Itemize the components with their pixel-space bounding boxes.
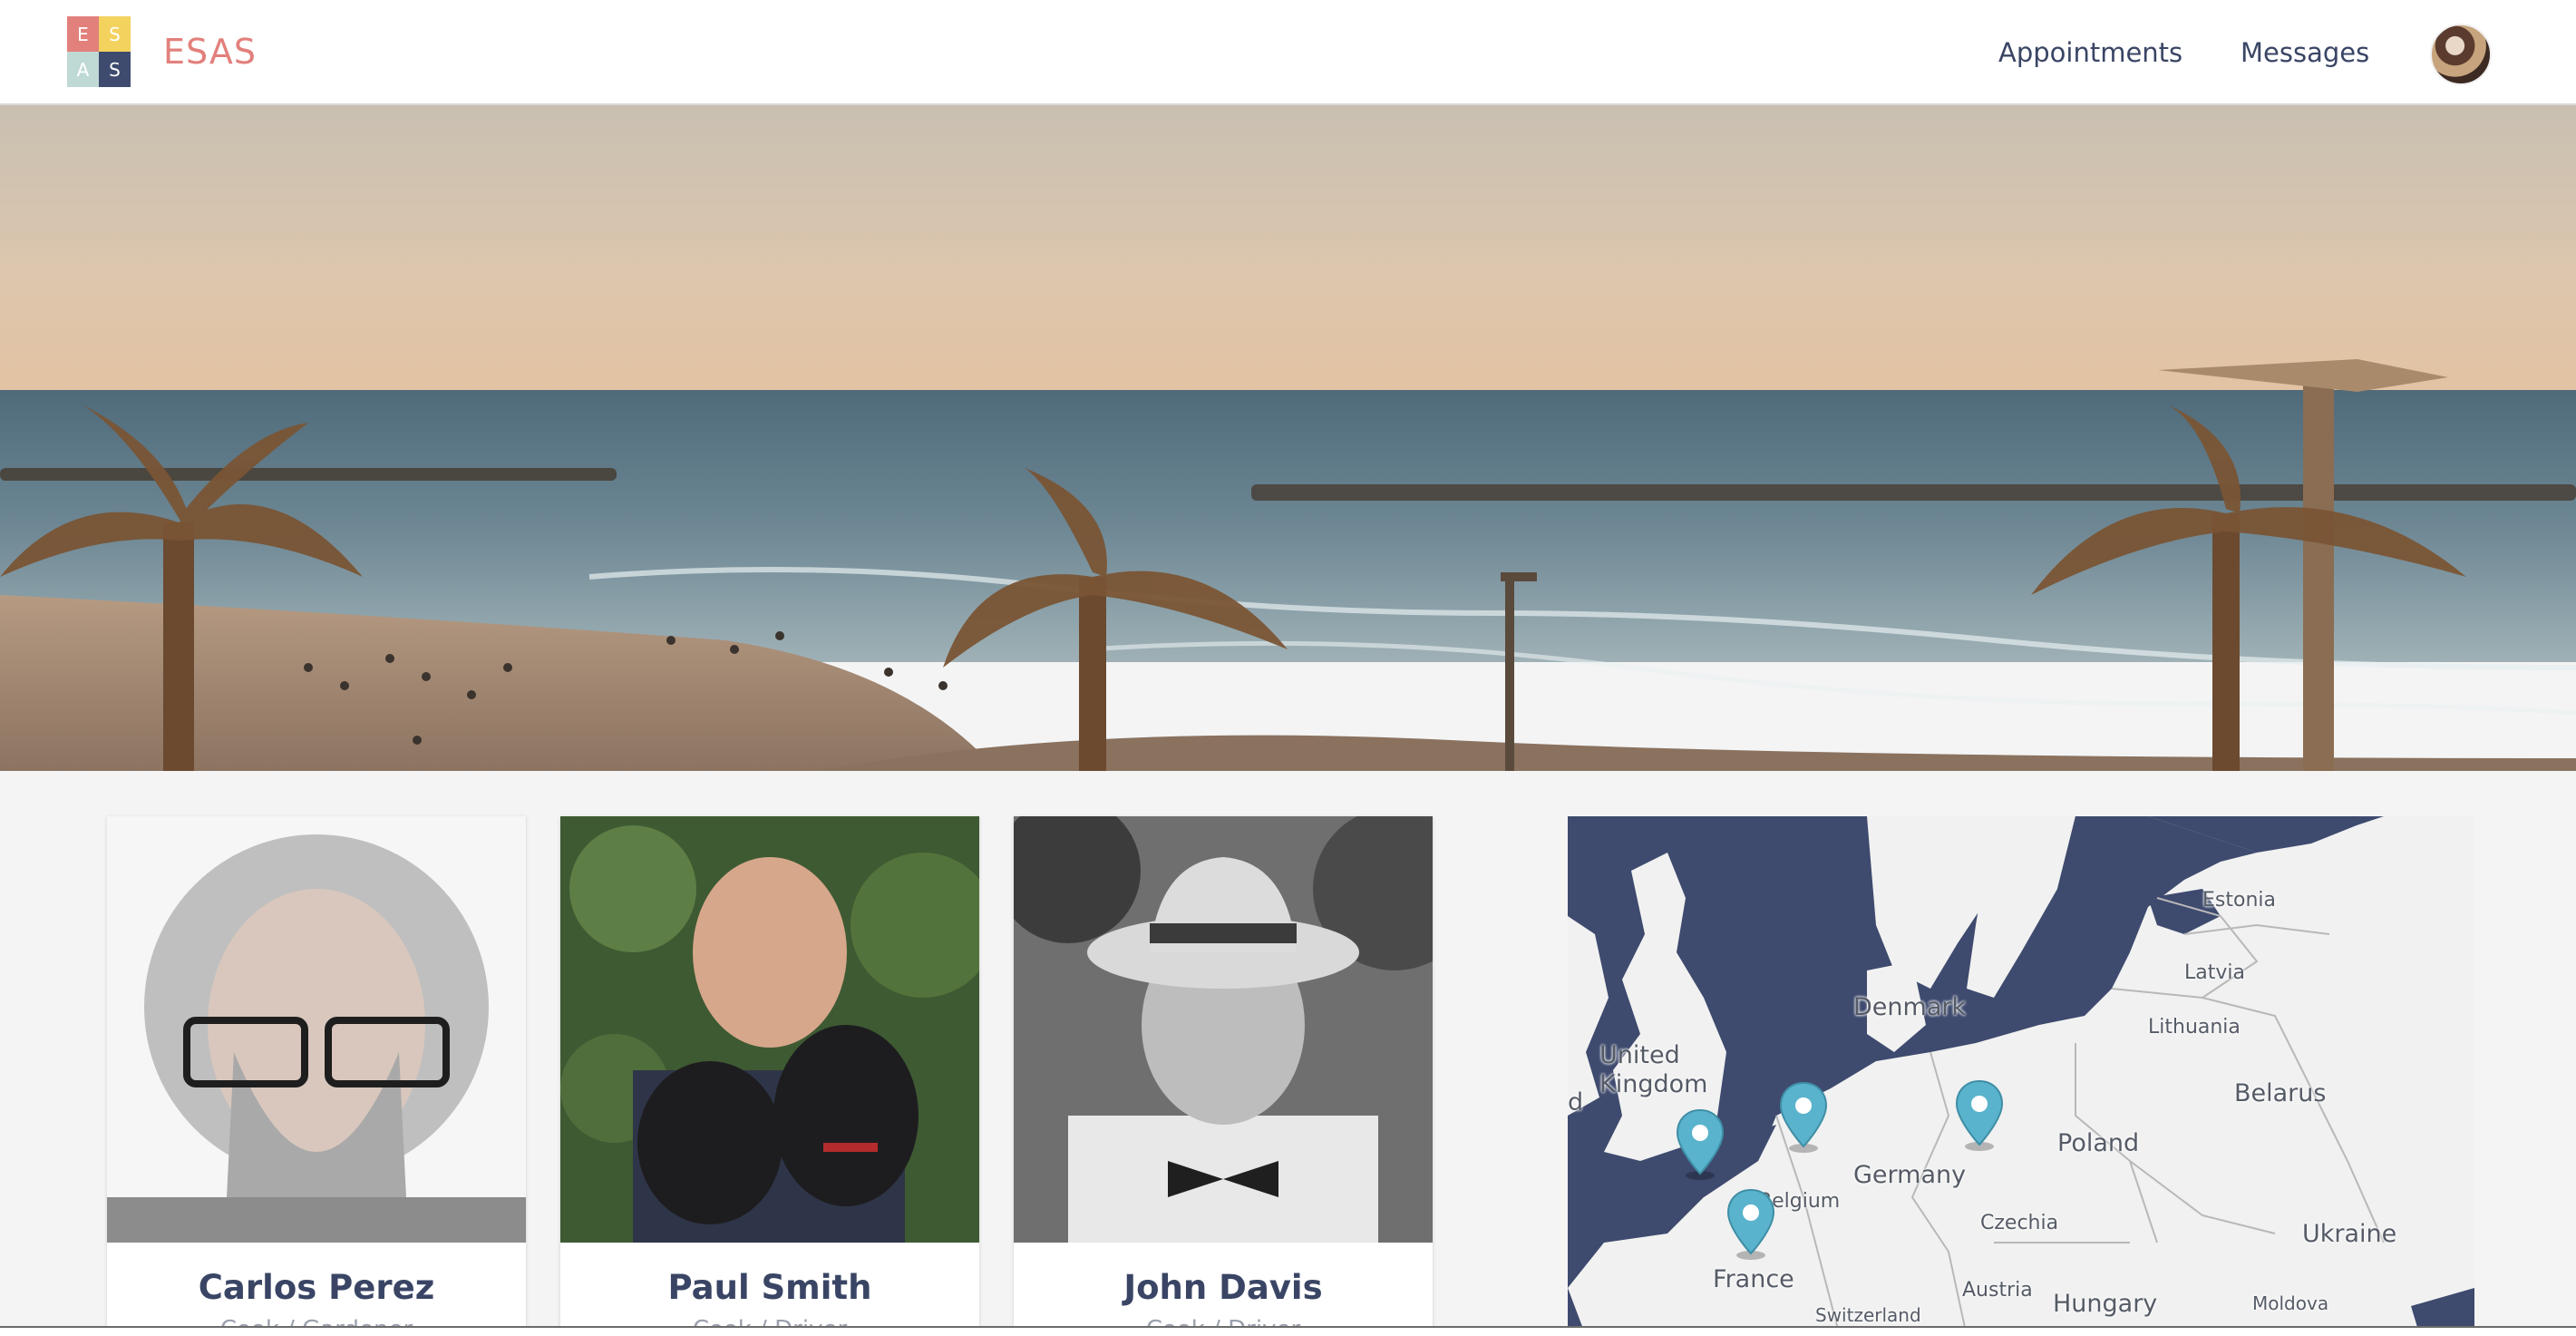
top-navbar: E S A S ESAS Appointments Messages	[0, 0, 2576, 105]
map-label-belarus: Belarus	[2234, 1079, 2327, 1107]
hero-banner-image	[0, 105, 2576, 771]
map-label-denmark: Denmark	[1853, 993, 1967, 1021]
locations-map[interactable]: Estonia Latvia Lithuania Belarus Poland …	[1568, 816, 2474, 1336]
map-label-latvia: Latvia	[2184, 961, 2245, 984]
logo-letter-e: E	[67, 16, 99, 52]
brand-logo[interactable]: E S A S	[67, 16, 131, 87]
map-label-ukraine: Ukraine	[2302, 1220, 2397, 1248]
map-marker-pin[interactable]	[1954, 1079, 2005, 1152]
profile-name: Carlos Perez	[198, 1268, 435, 1307]
map-label-france: France	[1713, 1265, 1794, 1293]
logo-letter-s-dark: S	[99, 52, 131, 87]
map-marker-pin[interactable]	[1725, 1188, 1776, 1261]
window-bottom-edge	[0, 1326, 2576, 1336]
logo-letter-s: S	[99, 16, 131, 52]
map-label-edge: d	[1568, 1088, 1584, 1117]
map-label-lithuania: Lithuania	[2148, 1016, 2241, 1039]
profile-name: John Davis	[1123, 1268, 1323, 1307]
profile-card[interactable]: Carlos Perez Cook / Gardener	[107, 816, 526, 1336]
map-label-germany: Germany	[1853, 1161, 1967, 1189]
map-marker-pin[interactable]	[1675, 1108, 1725, 1181]
logo-letter-a: A	[67, 52, 99, 87]
map-label-moldova: Moldova	[2252, 1292, 2329, 1314]
profile-photo	[560, 816, 979, 1243]
profile-name: Paul Smith	[667, 1268, 872, 1307]
nav-link-messages[interactable]: Messages	[2241, 31, 2369, 74]
map-label-estonia: Estonia	[2202, 889, 2276, 912]
user-avatar[interactable]	[2430, 24, 2492, 85]
map-label-united-kingdom: United Kingdom	[1599, 1041, 1708, 1098]
map-label-austria: Austria	[1962, 1279, 2033, 1302]
profile-card[interactable]: John Davis Cook / Driver	[1014, 816, 1433, 1336]
map-label-czechia: Czechia	[1980, 1212, 2059, 1234]
map-label-switzerland: Switzerland	[1815, 1304, 1921, 1326]
map-label-poland: Poland	[2057, 1129, 2140, 1157]
profile-card[interactable]: Paul Smith Cook / Driver	[560, 816, 979, 1336]
map-marker-pin[interactable]	[1778, 1081, 1829, 1154]
brand-name[interactable]: ESAS	[163, 27, 257, 76]
profile-photo	[107, 816, 526, 1243]
nav-link-appointments[interactable]: Appointments	[1998, 31, 2182, 74]
map-label-hungary: Hungary	[2053, 1290, 2158, 1318]
profile-photo	[1014, 816, 1433, 1243]
